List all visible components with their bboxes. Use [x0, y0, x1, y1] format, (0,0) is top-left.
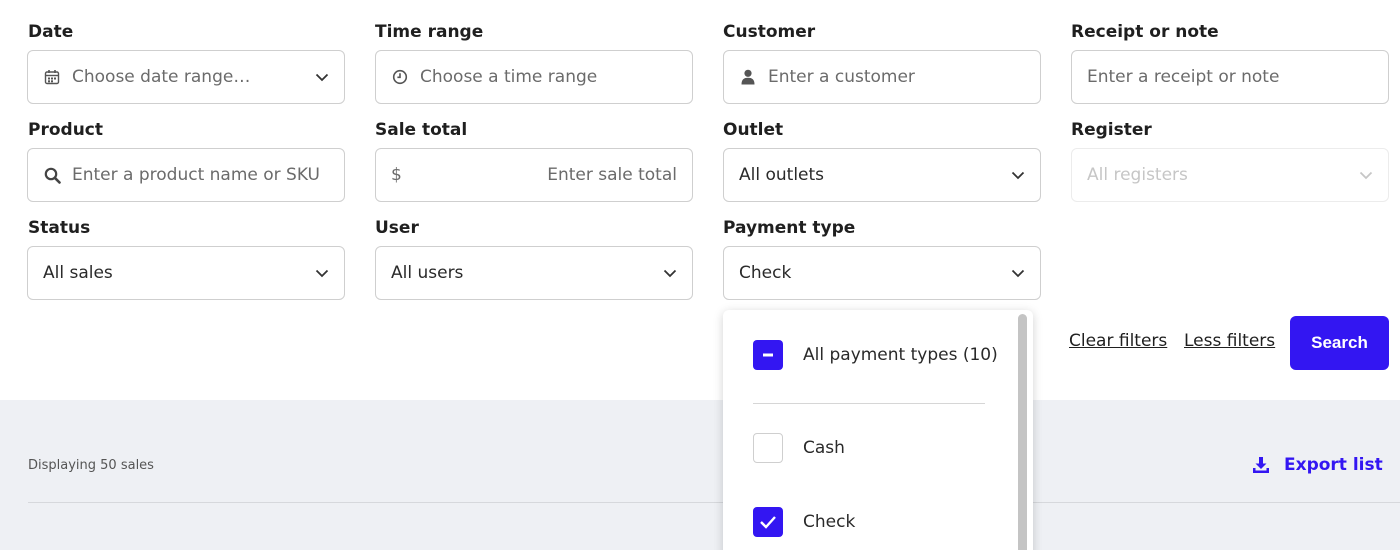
search-icon [43, 167, 61, 184]
register-label: Register [1071, 120, 1152, 140]
chevron-down-icon [1011, 266, 1025, 280]
sale-total-label: Sale total [375, 120, 468, 140]
option-cash[interactable]: Cash [753, 433, 845, 463]
status-value: All sales [43, 263, 113, 283]
customer-placeholder: Enter a customer [768, 67, 915, 87]
user-icon [739, 69, 757, 85]
user-select[interactable]: All users [375, 246, 693, 300]
payment-type-select[interactable]: Check [723, 246, 1041, 300]
currency-symbol: $ [391, 165, 402, 185]
payment-type-dropdown: All payment types (10) Cash Check [723, 310, 1033, 550]
receipt-label: Receipt or note [1071, 22, 1219, 42]
chevron-down-icon [1359, 168, 1373, 182]
option-check[interactable]: Check [753, 507, 855, 537]
register-placeholder: All registers [1087, 165, 1188, 185]
download-icon [1252, 455, 1272, 475]
clear-filters-link[interactable]: Clear filters [1069, 331, 1167, 351]
option-all-payment-types[interactable]: All payment types (10) [753, 340, 998, 370]
dropdown-divider [753, 403, 985, 404]
clock-icon [391, 69, 409, 85]
time-range-label: Time range [375, 22, 484, 42]
payment-type-value: Check [739, 263, 792, 283]
register-select: All registers [1071, 148, 1389, 202]
sale-total-placeholder: Enter sale total [547, 165, 677, 185]
option-label: Check [803, 512, 856, 532]
export-list-button[interactable]: Export list [1252, 455, 1383, 475]
results-panel [0, 400, 1400, 550]
date-range-select[interactable]: Choose date range… [27, 50, 345, 104]
date-label: Date [28, 22, 74, 42]
option-label: All payment types (10) [803, 345, 998, 365]
product-placeholder: Enter a product name or SKU [72, 165, 320, 185]
calendar-icon [43, 69, 61, 85]
checkbox-indeterminate-icon[interactable] [753, 340, 783, 370]
dropdown-scrollbar[interactable] [1018, 314, 1027, 550]
chevron-down-icon [315, 70, 329, 84]
search-button[interactable]: Search [1290, 316, 1389, 370]
outlet-value: All outlets [739, 165, 825, 185]
product-label: Product [28, 120, 103, 140]
checkbox-empty-icon[interactable] [753, 433, 783, 463]
customer-label: Customer [723, 22, 816, 42]
receipt-input[interactable]: Enter a receipt or note [1071, 50, 1389, 104]
time-range-placeholder: Choose a time range [420, 67, 598, 87]
product-input[interactable]: Enter a product name or SKU [27, 148, 345, 202]
less-filters-link[interactable]: Less filters [1184, 331, 1275, 351]
results-divider [28, 502, 1400, 503]
chevron-down-icon [663, 266, 677, 280]
user-value: All users [391, 263, 464, 283]
outlet-select[interactable]: All outlets [723, 148, 1041, 202]
checkbox-checked-icon[interactable] [753, 507, 783, 537]
status-select[interactable]: All sales [27, 246, 345, 300]
sale-total-input[interactable]: $ Enter sale total [375, 148, 693, 202]
results-count: Displaying 50 sales [28, 458, 154, 473]
time-range-input[interactable]: Choose a time range [375, 50, 693, 104]
receipt-placeholder: Enter a receipt or note [1087, 67, 1280, 87]
export-list-label: Export list [1284, 455, 1383, 475]
user-label: User [375, 218, 419, 238]
date-placeholder: Choose date range… [72, 67, 251, 87]
customer-input[interactable]: Enter a customer [723, 50, 1041, 104]
payment-type-label: Payment type [723, 218, 856, 238]
status-label: Status [28, 218, 91, 238]
chevron-down-icon [315, 266, 329, 280]
option-label: Cash [803, 438, 845, 458]
chevron-down-icon [1011, 168, 1025, 182]
outlet-label: Outlet [723, 120, 784, 140]
